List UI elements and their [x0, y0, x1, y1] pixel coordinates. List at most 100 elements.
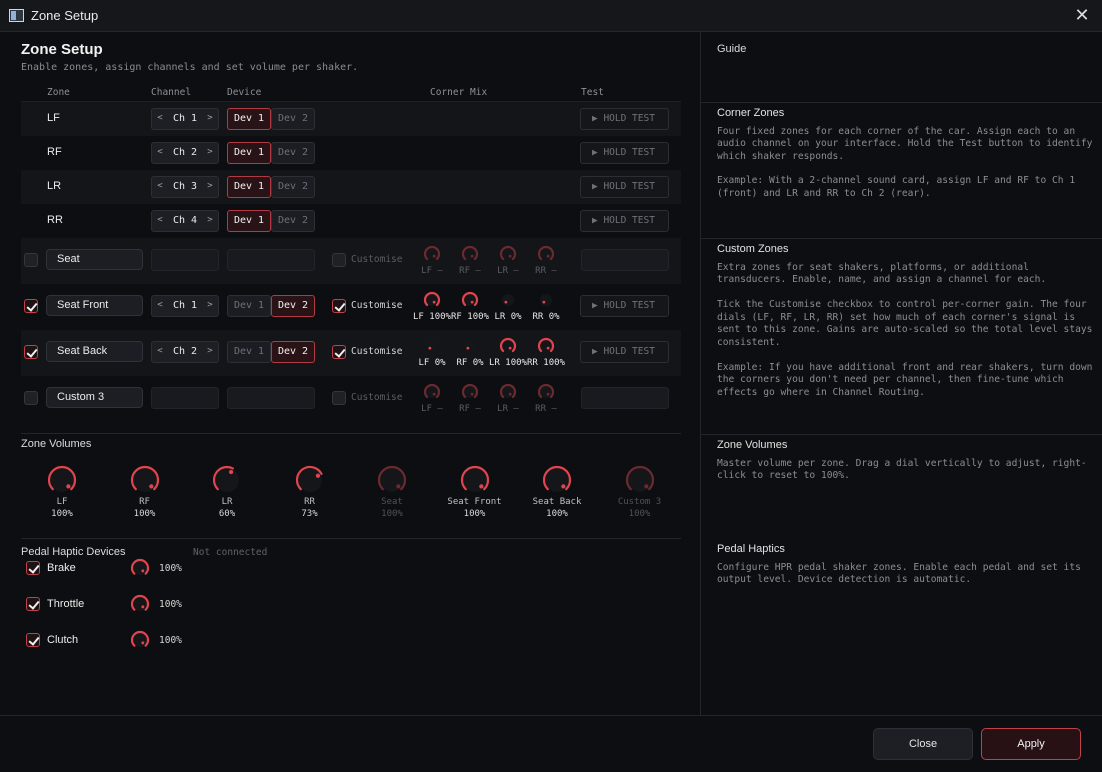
corner-mix-dial-rf[interactable] — [461, 383, 479, 401]
device-2-button[interactable]: Dev 2 — [271, 142, 315, 164]
device-1-button[interactable]: Dev 1 — [227, 341, 271, 363]
channel-prev-button[interactable]: < — [154, 300, 166, 310]
volume-dial-seat-back[interactable] — [542, 465, 572, 495]
corner-mix-dial-lf[interactable] — [423, 291, 441, 309]
zone-name-input[interactable]: Seat Front — [46, 295, 143, 316]
channel-next-button[interactable]: > — [204, 181, 216, 191]
window-title: Zone Setup — [31, 8, 99, 23]
hold-test-button[interactable]: ▶ HOLD TEST — [580, 142, 669, 164]
volume-dial-rf[interactable] — [130, 465, 160, 495]
corner-mix-label: LR 100% — [488, 358, 528, 368]
volume-value: 100% — [628, 509, 651, 519]
pedal-level-dial[interactable] — [130, 594, 150, 614]
zone-name-input[interactable]: Seat Back — [46, 341, 143, 362]
corner-mix-dial-rr[interactable] — [537, 245, 555, 263]
device-2-button[interactable]: Dev 2 — [271, 176, 315, 198]
zone-enable-checkbox[interactable] — [24, 299, 38, 313]
channel-selector[interactable]: < Ch 2 > — [151, 341, 219, 363]
hold-test-button[interactable]: ▶ HOLD TEST — [580, 341, 669, 363]
corner-mix-label: LR — — [488, 404, 528, 414]
zone-enable-checkbox[interactable] — [24, 391, 38, 405]
corner-mix-dial-lf[interactable] — [423, 337, 441, 355]
volume-dial-seat[interactable] — [377, 465, 407, 495]
corner-mix-dial-lf[interactable] — [423, 245, 441, 263]
channel-prev-button[interactable]: < — [154, 147, 166, 157]
customise-checkbox[interactable] — [332, 345, 346, 359]
device-selector-disabled — [227, 249, 315, 271]
customise-label: Customise — [351, 300, 403, 311]
zone-enable-checkbox[interactable] — [24, 345, 38, 359]
device-2-button[interactable]: Dev 2 — [271, 295, 315, 317]
channel-selector[interactable]: < Ch 2 > — [151, 142, 219, 164]
pedal-enable-checkbox[interactable] — [26, 633, 40, 647]
channel-next-button[interactable]: > — [204, 147, 216, 157]
corner-mix-dial-rr[interactable] — [537, 291, 555, 309]
device-2-button[interactable]: Dev 2 — [271, 210, 315, 232]
zone-volume: RF 100% — [110, 465, 180, 519]
volume-value: 100% — [51, 509, 73, 519]
pedal-level-value: 100% — [159, 563, 182, 574]
channel-prev-button[interactable]: < — [154, 215, 166, 225]
volume-dial-rr[interactable] — [295, 465, 325, 495]
pedal-level-dial[interactable] — [130, 630, 150, 650]
channel-next-button[interactable]: > — [204, 215, 216, 225]
close-button[interactable]: Close — [873, 728, 973, 760]
corner-mix-dial-lf[interactable] — [423, 383, 441, 401]
corner-mix-dial-rr[interactable] — [537, 383, 555, 401]
pedal-enable-checkbox[interactable] — [26, 561, 40, 575]
channel-selector[interactable]: < Ch 4 > — [151, 210, 219, 232]
channel-selector[interactable]: < Ch 1 > — [151, 295, 219, 317]
volume-dial-lr[interactable] — [212, 465, 242, 495]
volume-dial-seat-front[interactable] — [460, 465, 490, 495]
device-1-button[interactable]: Dev 1 — [227, 295, 271, 317]
device-1-button[interactable]: Dev 1 — [227, 210, 271, 232]
device-2-button[interactable]: Dev 2 — [271, 341, 315, 363]
device-1-button[interactable]: Dev 1 — [227, 142, 271, 164]
corner-mix-label: LF — — [412, 404, 452, 414]
close-icon[interactable]: ✕ — [1072, 5, 1092, 25]
hold-test-button[interactable]: ▶ HOLD TEST — [580, 108, 669, 130]
corner-mix-dial-lr[interactable] — [499, 291, 517, 309]
zone-row-rr: RR < Ch 4 > Dev 1 Dev 2 ▶ HOLD TEST — [21, 204, 681, 238]
corner-mix-dial-rf[interactable] — [461, 245, 479, 263]
channel-next-button[interactable]: > — [204, 300, 216, 310]
hold-test-button[interactable]: ▶ HOLD TEST — [580, 295, 669, 317]
pedal-enable-checkbox[interactable] — [26, 597, 40, 611]
customise-checkbox[interactable] — [332, 391, 346, 405]
corner-mix-dial-rf[interactable] — [461, 291, 479, 309]
volume-dial-custom-3[interactable] — [625, 465, 655, 495]
pedal-level-dial[interactable] — [130, 558, 150, 578]
channel-value: Ch 1 — [172, 113, 198, 124]
zone-enable-checkbox[interactable] — [24, 253, 38, 267]
zone-name-input[interactable]: Seat — [46, 249, 143, 270]
zone-row-lr: LR < Ch 3 > Dev 1 Dev 2 ▶ HOLD TEST — [21, 170, 681, 204]
volume-value: 100% — [463, 509, 486, 519]
corner-mix-value: — — [475, 266, 481, 276]
guide-section-title: Corner Zones — [717, 107, 785, 119]
corner-mix-dial-rf[interactable] — [461, 337, 479, 355]
hold-test-button[interactable]: ▶ HOLD TEST — [580, 210, 669, 232]
channel-prev-button[interactable]: < — [154, 113, 166, 123]
corner-mix-dial-lr[interactable] — [499, 383, 517, 401]
guide-section-title: Pedal Haptics — [717, 543, 785, 555]
corner-mix-dial-lr[interactable] — [499, 245, 517, 263]
device-1-button[interactable]: Dev 1 — [227, 108, 271, 130]
corner-mix-dial-lr[interactable] — [499, 337, 517, 355]
apply-button[interactable]: Apply — [981, 728, 1081, 760]
channel-next-button[interactable]: > — [204, 346, 216, 356]
zone-name-input[interactable]: Custom 3 — [46, 387, 143, 408]
hold-test-button[interactable]: ▶ HOLD TEST — [580, 176, 669, 198]
volume-dial-lf[interactable] — [47, 465, 77, 495]
channel-selector[interactable]: < Ch 3 > — [151, 176, 219, 198]
channel-next-button[interactable]: > — [204, 113, 216, 123]
customise-checkbox[interactable] — [332, 299, 346, 313]
device-1-button[interactable]: Dev 1 — [227, 176, 271, 198]
corner-mix-dial-rr[interactable] — [537, 337, 555, 355]
device-2-button[interactable]: Dev 2 — [271, 108, 315, 130]
customise-checkbox[interactable] — [332, 253, 346, 267]
volume-label: Custom 3 — [617, 497, 662, 507]
channel-prev-button[interactable]: < — [154, 181, 166, 191]
channel-prev-button[interactable]: < — [154, 346, 166, 356]
channel-selector[interactable]: < Ch 1 > — [151, 108, 219, 130]
channel-value: Ch 2 — [172, 147, 198, 158]
